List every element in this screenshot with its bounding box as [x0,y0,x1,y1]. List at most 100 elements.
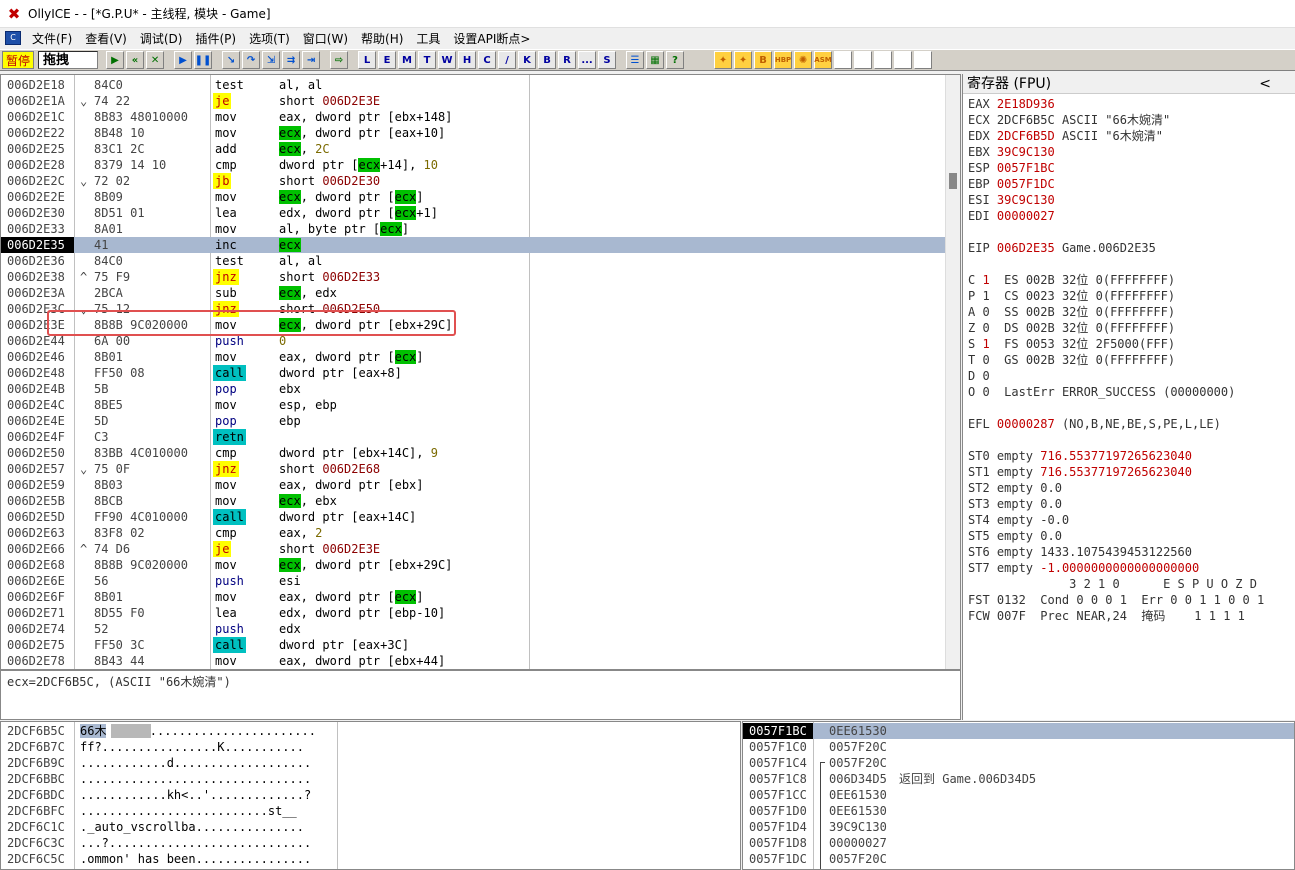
window-button-2[interactable]: M [398,51,417,69]
menu-item-0[interactable]: 文件(F) [27,30,77,47]
menu-item-7[interactable]: 工具 [411,30,445,47]
disasm-row[interactable]: 006D2E6F 8B01 mov eax, dword ptr [ecx] [1,589,946,605]
help-icon[interactable]: ? [666,51,685,69]
register-line[interactable]: EBX 39C9C130 [968,144,1055,160]
disasm-row[interactable]: 006D2E6E 56 push esi [1,573,946,589]
register-line[interactable]: ECX 2DCF6B5C ASCII "66木婉清" [968,112,1170,128]
plugin-icon-1[interactable]: ✦ [714,51,733,69]
register-line[interactable]: ESI 39C9C130 [968,192,1055,208]
menu-item-8[interactable]: 设置API断点> [448,30,535,47]
empty-button-5[interactable] [914,51,933,69]
disasm-row[interactable]: 006D2E59 8B03 mov eax, dword ptr [ebx] [1,477,946,493]
disasm-row[interactable]: 006D2E2C ⌄ 72 02 jb short 006D2E30 [1,173,946,189]
chevron-left-icon[interactable]: < [1259,74,1271,94]
registers-pane[interactable]: 寄存器 (FPU) < EAX 2E18D936 ECX 2DCF6B5C ASC… [962,74,1295,720]
step-over-icon[interactable]: ↷ [242,51,261,69]
register-line[interactable]: O 0 LastErr ERROR_SUCCESS (00000000) [968,384,1235,400]
register-line[interactable]: EDI 00000027 [968,208,1055,224]
register-line[interactable]: EFL 00000287 (NO,B,NE,BE,S,PE,L,LE) [968,416,1221,432]
register-line[interactable]: FCW 007F Prec NEAR,24 掩码 1 1 1 1 [968,608,1245,624]
memory-dump-pane[interactable]: 2DCF6B5C 66木 ........................... 2… [0,721,741,870]
disasm-row[interactable]: 006D2E36 84C0 test al, al [1,253,946,269]
register-line[interactable]: S 1 FS 0053 32位 2F5000(FFF) [968,336,1175,352]
disasm-row[interactable]: 006D2E68 8B8B 9C020000 mov ecx, dword ptr [… [1,557,946,573]
window-button-0[interactable]: L [358,51,377,69]
disasm-row[interactable]: 006D2E5D FF90 4C010000 call dword ptr [eax+… [1,509,946,525]
disasm-row[interactable]: 006D2E33 8A01 mov al, byte ptr [ecx] [1,221,946,237]
pause-icon[interactable]: ❚❚ [194,51,213,69]
disasm-row[interactable]: 006D2E2E 8B09 mov ecx, dword ptr [ecx] [1,189,946,205]
menu-item-2[interactable]: 调试(D) [135,30,188,47]
stack-row[interactable]: 0057F1C8 006D34D5 返回到 Game.006D34D5 [743,771,1294,787]
register-line[interactable]: Z 0 DS 002B 32位 0(FFFFFFFF) [968,320,1175,336]
stack-row[interactable]: 0057F1C0 0057F20C [743,739,1294,755]
register-line[interactable]: EAX 2E18D936 [968,96,1055,112]
stack-pane[interactable]: 0057F1BC 0EE61530 0057F1C0 0057F20C 0057F1C4… [742,721,1295,870]
disassembly-pane[interactable]: 006D2E18 84C0 test al, al 006D2E1A ⌄ 74 22 je sh… [0,74,961,670]
disasm-row[interactable]: 006D2E4C 8BE5 mov esp, ebp [1,397,946,413]
disasm-row[interactable]: 006D2E3E 8B8B 9C020000 mov ecx, dword ptr [… [1,317,946,333]
disasm-row[interactable]: 006D2E30 8D51 01 lea edx, dword ptr [ecx+1] [1,205,946,221]
close-icon[interactable]: ✕ [146,51,165,69]
restart-icon[interactable]: « [126,51,145,69]
window-button-6[interactable]: C [478,51,497,69]
register-line[interactable]: P 1 CS 0023 32位 0(FFFFFFFF) [968,288,1175,304]
plugin-icon-2[interactable]: ✦ [734,51,753,69]
menu-item-4[interactable]: 选项(T) [244,30,295,47]
empty-button-4[interactable] [894,51,913,69]
register-line[interactable]: ST4 empty -0.0 [968,512,1069,528]
register-line[interactable]: D 0 [968,368,990,384]
register-line[interactable]: A 0 SS 002B 32位 0(FFFFFFFF) [968,304,1175,320]
menu-item-3[interactable]: 插件(P) [190,30,241,47]
execute-till-return-icon[interactable]: ⇥ [302,51,321,69]
disasm-row[interactable]: 006D2E35 41 inc ecx [1,237,946,253]
disasm-row[interactable]: 006D2E4E 5D pop ebp [1,413,946,429]
plugin-icon-3[interactable]: B [754,51,773,69]
disasm-row[interactable]: 006D2E46 8B01 mov eax, dword ptr [ecx] [1,349,946,365]
disasm-row[interactable]: 006D2E4B 5B pop ebx [1,381,946,397]
stack-row[interactable]: 0057F1DC 0057F20C [743,851,1294,867]
menu-item-6[interactable]: 帮助(H) [356,30,408,47]
register-line[interactable]: ST3 empty 0.0 [968,496,1062,512]
empty-button-3[interactable] [874,51,893,69]
hbp-icon[interactable]: HBP [774,51,793,69]
open-icon[interactable]: ▶ [106,51,125,69]
disasm-row[interactable]: 006D2E38 ^ 75 F9 jnz short 006D2E33 [1,269,946,285]
asm-icon[interactable]: ASM [814,51,833,69]
disasm-row[interactable]: 006D2E25 83C1 2C add ecx, 2C [1,141,946,157]
stack-row[interactable]: 0057F1C4 0057F20C [743,755,1294,771]
grid-icon[interactable]: ▦ [646,51,665,69]
stack-row[interactable]: 0057F1BC 0EE61530 [743,723,1294,739]
disasm-row[interactable]: 006D2E63 83F8 02 cmp eax, 2 [1,525,946,541]
register-line[interactable]: FST 0132 Cond 0 0 0 1 Err 0 0 1 1 0 0 1 [968,592,1264,608]
disasm-row[interactable]: 006D2E3A 2BCA sub ecx, edx [1,285,946,301]
disasm-row[interactable]: 006D2E78 8B43 44 mov eax, dword ptr [ebx+44… [1,653,946,669]
registers-header[interactable]: 寄存器 (FPU) < [963,74,1295,94]
register-line[interactable]: C 1 ES 002B 32位 0(FFFFFFFF) [968,272,1175,288]
disasm-row[interactable]: 006D2E1C 8B83 48010000 mov eax, dword ptr [… [1,109,946,125]
disasm-row[interactable]: 006D2E5B 8BCB mov ecx, ebx [1,493,946,509]
goto-icon[interactable]: ⇨ [330,51,349,69]
window-button-1[interactable]: E [378,51,397,69]
window-button-7[interactable]: / [498,51,517,69]
register-line[interactable]: ST5 empty 0.0 [968,528,1062,544]
register-line[interactable]: ST6 empty 1433.1075439453122560 [968,544,1192,560]
empty-button-1[interactable] [834,51,853,69]
plugin-icon-5[interactable]: ✺ [794,51,813,69]
window-button-8[interactable]: K [518,51,537,69]
disasm-row[interactable]: 006D2E66 ^ 74 D6 je short 006D2E3E [1,541,946,557]
list-icon[interactable]: ☰ [626,51,645,69]
step-into-icon[interactable]: ↘ [222,51,241,69]
disasm-row[interactable]: 006D2E44 6A 00 push 0 [1,333,946,349]
trace-into-icon[interactable]: ⇲ [262,51,281,69]
disassembly-scrollbar[interactable] [945,75,960,669]
register-line[interactable]: EIP 006D2E35 Game.006D2E35 [968,240,1156,256]
menu-item-1[interactable]: 查看(V) [80,30,132,47]
disasm-row[interactable]: 006D2E3C ⌄ 75 12 jnz short 006D2E50 [1,301,946,317]
stack-row[interactable]: 0057F1D8 00000027 [743,835,1294,851]
scroll-thumb[interactable] [949,173,957,189]
run-icon[interactable]: ▶ [174,51,193,69]
window-button-11[interactable]: ... [578,51,597,69]
disasm-row[interactable]: 006D2E74 52 push edx [1,621,946,637]
register-line[interactable]: T 0 GS 002B 32位 0(FFFFFFFF) [968,352,1175,368]
